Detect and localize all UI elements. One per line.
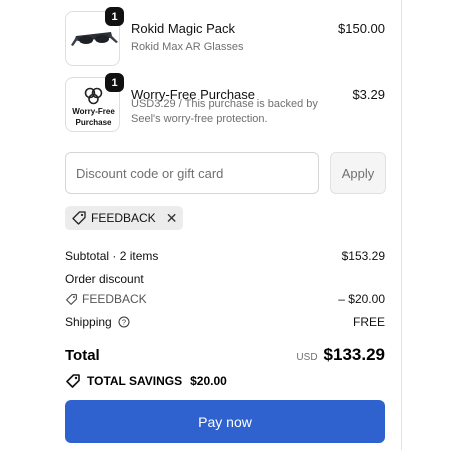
tag-icon [65, 373, 81, 389]
tag-icon [65, 293, 78, 306]
svg-text:?: ? [122, 318, 126, 327]
discount-value: – $20.00 [338, 292, 385, 306]
item-subtitle: Rokid Max AR Glasses [131, 41, 244, 53]
item-name: Rokid Magic Pack [131, 21, 236, 36]
pay-now-button[interactable]: Pay now [65, 400, 385, 443]
total-label: Total [65, 347, 100, 364]
close-icon[interactable]: ✕ [166, 211, 178, 225]
subtotal-value: $153.29 [341, 249, 385, 263]
item-price: $150.00 [338, 21, 385, 36]
total-amount: $133.29 [323, 345, 385, 364]
subtotal-row: Subtotal · 2 items $153.29 [65, 249, 385, 263]
discount-code-name: FEEDBACK [82, 292, 147, 306]
discount-code-label: FEEDBACK [91, 211, 156, 225]
savings-value: $20.00 [190, 374, 227, 388]
quantity-badge: 1 [105, 73, 124, 92]
thumbnail-text: Worry-Free Purchase [72, 107, 115, 127]
order-discount-row: Order discount [65, 272, 385, 286]
savings-label: TOTAL SAVINGS [87, 374, 183, 388]
product-thumbnail: 1 [65, 7, 124, 66]
order-discount-label: Order discount [65, 272, 144, 286]
quantity-badge: 1 [105, 7, 124, 26]
total-value: USD $133.29 [296, 345, 385, 365]
total-savings: TOTAL SAVINGS $20.00 [65, 373, 227, 389]
order-item-rokid: 1 Rokid Magic Pack Rokid Max AR Glasses … [65, 7, 385, 66]
apply-button[interactable]: Apply [330, 152, 386, 194]
item-subtitle: USD3.29 / This purchase is backed by See… [131, 98, 318, 125]
shipping-value: FREE [352, 315, 385, 329]
discount-code-input[interactable] [65, 152, 319, 194]
currency-code: USD [296, 352, 318, 363]
subtotal-label: Subtotal · 2 items [65, 249, 159, 263]
tag-icon [71, 210, 87, 226]
help-circle-icon[interactable]: ? [118, 316, 130, 328]
shipping-label: Shipping [65, 315, 112, 329]
divider [401, 0, 402, 450]
applied-discount-chip: FEEDBACK ✕ [65, 206, 184, 230]
discount-code-row: FEEDBACK – $20.00 [65, 292, 385, 309]
shipping-row: Shipping ? FREE [65, 315, 385, 329]
product-thumbnail: Worry-Free Purchase 1 [65, 73, 124, 132]
item-price: $3.29 [352, 87, 385, 102]
order-item-worry-free: Worry-Free Purchase 1 Worry-Free Purchas… [65, 73, 385, 132]
